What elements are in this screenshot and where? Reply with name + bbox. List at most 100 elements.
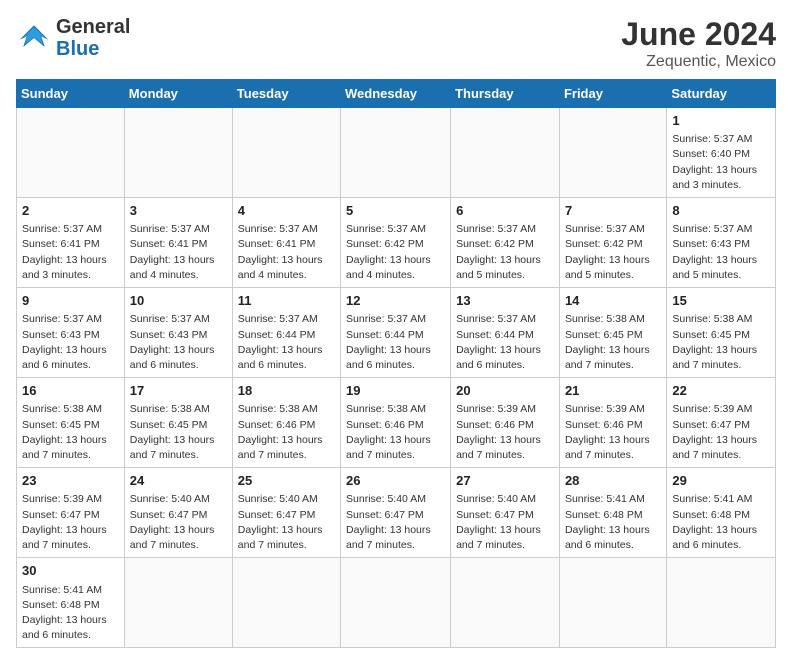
day-number: 29 — [672, 472, 770, 490]
day-info: Sunrise: 5:39 AMSunset: 6:46 PMDaylight:… — [456, 402, 554, 463]
calendar-cell-11: 11Sunrise: 5:37 AMSunset: 6:44 PMDayligh… — [232, 288, 340, 378]
day-info: Sunrise: 5:38 AMSunset: 6:45 PMDaylight:… — [130, 402, 227, 463]
calendar-cell-empty — [451, 108, 560, 198]
logo-blue: Blue — [56, 38, 99, 60]
calendar-cell-26: 26Sunrise: 5:40 AMSunset: 6:47 PMDayligh… — [341, 468, 451, 558]
calendar-cell-14: 14 Sunrise: 5:38 AMSunset: 6:45 PMDayligh… — [559, 288, 666, 378]
calendar-cell-30: 30 Sunrise: 5:41 AMSunset: 6:48 PMDayligh… — [17, 558, 125, 648]
calendar-header-monday: Monday — [124, 80, 232, 108]
calendar-header-friday: Friday — [559, 80, 666, 108]
day-number: 11 — [238, 292, 335, 310]
day-info: Sunrise: 5:40 AMSunset: 6:47 PMDaylight:… — [456, 492, 554, 553]
day-number: 15 — [672, 292, 770, 310]
day-number: 5 — [346, 202, 445, 220]
calendar-week-2: 2Sunrise: 5:37 AMSunset: 6:41 PMDaylight… — [17, 198, 776, 288]
day-number: 12 — [346, 292, 445, 310]
calendar-cell-empty — [341, 558, 451, 648]
day-number: 6 — [456, 202, 554, 220]
calendar-table: SundayMondayTuesdayWednesdayThursdayFrid… — [16, 79, 776, 648]
calendar-header-tuesday: Tuesday — [232, 80, 340, 108]
day-info: Sunrise: 5:37 AMSunset: 6:44 PMDaylight:… — [346, 312, 445, 373]
calendar-week-1: 1 Sunrise: 5:37 AMSunset: 6:40 PMDaylight… — [17, 108, 776, 198]
day-info: Sunrise: 5:39 AMSunset: 6:47 PMDaylight:… — [22, 492, 119, 553]
calendar-cell-empty — [17, 108, 125, 198]
day-info: Sunrise: 5:38 AMSunset: 6:46 PMDaylight:… — [238, 402, 335, 463]
calendar-subtitle: Zequentic, Mexico — [621, 53, 776, 71]
day-number: 4 — [238, 202, 335, 220]
day-number: 28 — [565, 472, 661, 490]
calendar-cell-6: 6 Sunrise: 5:37 AMSunset: 6:42 PMDaylight… — [451, 198, 560, 288]
day-number: 10 — [130, 292, 227, 310]
day-info: Sunrise: 5:37 AMSunset: 6:44 PMDaylight:… — [456, 312, 554, 373]
day-number: 20 — [456, 382, 554, 400]
day-number: 13 — [456, 292, 554, 310]
calendar-cell-4: 4 Sunrise: 5:37 AMSunset: 6:41 PMDaylight… — [232, 198, 340, 288]
calendar-cell-empty — [232, 108, 340, 198]
day-number: 1 — [672, 112, 770, 130]
day-info: Sunrise: 5:41 AMSunset: 6:48 PMDaylight:… — [22, 583, 119, 644]
calendar-cell-empty — [232, 558, 340, 648]
day-info: Sunrise: 5:41 AMSunset: 6:48 PMDaylight:… — [565, 492, 661, 553]
day-number: 21 — [565, 382, 661, 400]
day-number: 14 — [565, 292, 661, 310]
day-info: Sunrise: 5:37 AMSunset: 6:43 PMDaylight:… — [672, 222, 770, 283]
day-info: Sunrise: 5:40 AMSunset: 6:47 PMDaylight:… — [130, 492, 227, 553]
day-info: Sunrise: 5:37 AMSunset: 6:43 PMDaylight:… — [130, 312, 227, 373]
calendar-cell-29: 29Sunrise: 5:41 AMSunset: 6:48 PMDayligh… — [667, 468, 776, 558]
calendar-cell-24: 24Sunrise: 5:40 AMSunset: 6:47 PMDayligh… — [124, 468, 232, 558]
calendar-week-4: 16 Sunrise: 5:38 AMSunset: 6:45 PMDayligh… — [17, 378, 776, 468]
title-block: June 2024 Zequentic, Mexico — [621, 16, 776, 71]
day-number: 8 — [672, 202, 770, 220]
day-number: 30 — [22, 562, 119, 580]
calendar-header-saturday: Saturday — [667, 80, 776, 108]
calendar-cell-15: 15 Sunrise: 5:38 AMSunset: 6:45 PMDayligh… — [667, 288, 776, 378]
day-number: 23 — [22, 472, 119, 490]
calendar-week-6: 30 Sunrise: 5:41 AMSunset: 6:48 PMDayligh… — [17, 558, 776, 648]
calendar-cell-12: 12 Sunrise: 5:37 AMSunset: 6:44 PMDayligh… — [341, 288, 451, 378]
calendar-cell-empty — [124, 558, 232, 648]
day-info: Sunrise: 5:37 AMSunset: 6:42 PMDaylight:… — [456, 222, 554, 283]
logo: GeneralBlue — [16, 16, 130, 60]
day-info: Sunrise: 5:38 AMSunset: 6:45 PMDaylight:… — [565, 312, 661, 373]
day-info: Sunrise: 5:37 AMSunset: 6:40 PMDaylight:… — [672, 132, 770, 193]
logo-text: GeneralBlue — [56, 16, 130, 60]
calendar-header-thursday: Thursday — [451, 80, 560, 108]
calendar-cell-2: 2Sunrise: 5:37 AMSunset: 6:41 PMDaylight… — [17, 198, 125, 288]
calendar-cell-13: 13 Sunrise: 5:37 AMSunset: 6:44 PMDayligh… — [451, 288, 560, 378]
day-info: Sunrise: 5:38 AMSunset: 6:45 PMDaylight:… — [672, 312, 770, 373]
calendar-cell-17: 17Sunrise: 5:38 AMSunset: 6:45 PMDayligh… — [124, 378, 232, 468]
calendar-cell-1: 1 Sunrise: 5:37 AMSunset: 6:40 PMDaylight… — [667, 108, 776, 198]
calendar-cell-5: 5 Sunrise: 5:37 AMSunset: 6:42 PMDaylight… — [341, 198, 451, 288]
logo-icon — [16, 20, 52, 56]
calendar-cell-empty — [124, 108, 232, 198]
day-number: 25 — [238, 472, 335, 490]
day-info: Sunrise: 5:38 AMSunset: 6:46 PMDaylight:… — [346, 402, 445, 463]
calendar-cell-20: 20 Sunrise: 5:39 AMSunset: 6:46 PMDayligh… — [451, 378, 560, 468]
day-number: 7 — [565, 202, 661, 220]
day-number: 22 — [672, 382, 770, 400]
calendar-cell-10: 10 Sunrise: 5:37 AMSunset: 6:43 PMDayligh… — [124, 288, 232, 378]
calendar-cell-28: 28 Sunrise: 5:41 AMSunset: 6:48 PMDayligh… — [559, 468, 666, 558]
calendar-header-row: SundayMondayTuesdayWednesdayThursdayFrid… — [17, 80, 776, 108]
calendar-cell-empty — [559, 108, 666, 198]
day-info: Sunrise: 5:37 AMSunset: 6:41 PMDaylight:… — [238, 222, 335, 283]
calendar-cell-empty — [451, 558, 560, 648]
calendar-cell-3: 3Sunrise: 5:37 AMSunset: 6:41 PMDaylight… — [124, 198, 232, 288]
calendar-cell-19: 19Sunrise: 5:38 AMSunset: 6:46 PMDayligh… — [341, 378, 451, 468]
calendar-cell-empty — [559, 558, 666, 648]
calendar-cell-22: 22Sunrise: 5:39 AMSunset: 6:47 PMDayligh… — [667, 378, 776, 468]
calendar-cell-8: 8 Sunrise: 5:37 AMSunset: 6:43 PMDaylight… — [667, 198, 776, 288]
day-info: Sunrise: 5:39 AMSunset: 6:46 PMDaylight:… — [565, 402, 661, 463]
day-info: Sunrise: 5:40 AMSunset: 6:47 PMDaylight:… — [346, 492, 445, 553]
day-info: Sunrise: 5:37 AMSunset: 6:42 PMDaylight:… — [565, 222, 661, 283]
calendar-title: June 2024 — [621, 16, 776, 53]
day-number: 18 — [238, 382, 335, 400]
day-info: Sunrise: 5:38 AMSunset: 6:45 PMDaylight:… — [22, 402, 119, 463]
day-number: 27 — [456, 472, 554, 490]
day-number: 3 — [130, 202, 227, 220]
day-info: Sunrise: 5:37 AMSunset: 6:42 PMDaylight:… — [346, 222, 445, 283]
day-number: 16 — [22, 382, 119, 400]
calendar-cell-9: 9Sunrise: 5:37 AMSunset: 6:43 PMDaylight… — [17, 288, 125, 378]
day-number: 9 — [22, 292, 119, 310]
calendar-cell-empty — [341, 108, 451, 198]
